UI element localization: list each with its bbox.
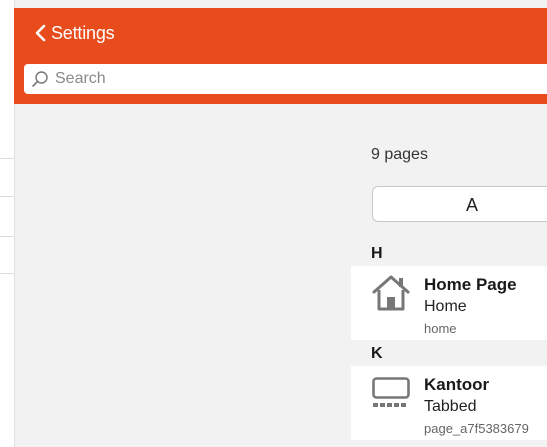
search-icon [32,71,48,87]
left-panel [0,0,15,447]
page-count: 9 pages [371,146,428,163]
page-title: Kantoor [424,375,490,394]
page-title: Home Page [424,275,517,294]
list-divider [0,196,14,197]
page-type: Home [424,298,467,315]
page-type: Tabbed [424,398,477,415]
back-button[interactable]: Settings [34,20,115,46]
section-header-h: H [371,245,383,262]
search-box[interactable] [24,64,547,94]
back-button-label: Settings [51,22,115,43]
page-id: page_a7f5383679 [424,421,529,436]
page-row-home[interactable]: Home Page Home home [351,266,547,340]
search-input[interactable] [53,69,537,89]
home-icon [372,275,410,311]
app-header: Settings [14,8,547,104]
tabbed-page-icon [372,377,410,407]
chevron-left-icon [35,24,46,42]
list-divider [0,158,14,159]
section-header-k: K [371,345,383,362]
list-divider [0,236,14,237]
page-id: home [424,321,457,336]
list-divider [0,273,14,274]
page-row-kantoor[interactable]: Kantoor Tabbed page_a7f5383679 [351,366,547,440]
add-page-button[interactable]: A [372,186,547,222]
